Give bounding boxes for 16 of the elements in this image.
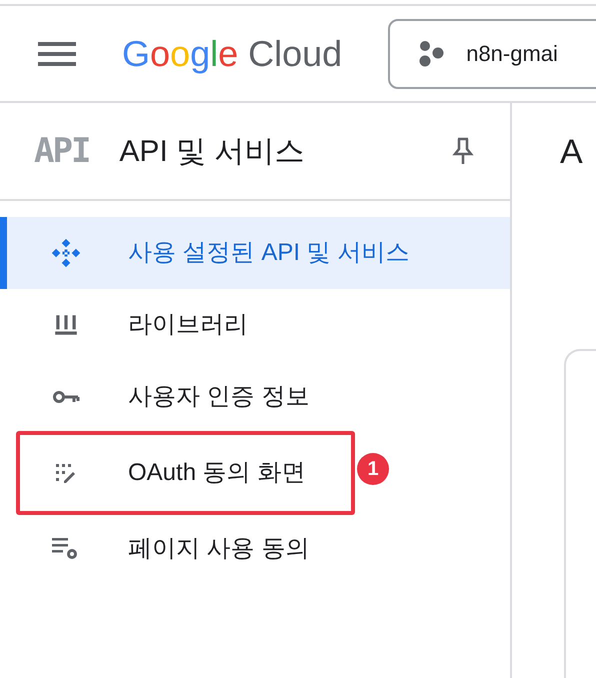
project-selector[interactable]: n8n-gmai (388, 18, 596, 88)
api-logo: API (34, 130, 90, 172)
sidebar-title: API 및 서비스 (119, 134, 304, 170)
grid-pencil-icon (54, 461, 78, 485)
step-badge: 1 (357, 453, 389, 485)
sidebar-item[interactable]: OAuth 동의 화면 (0, 437, 340, 509)
hexagons-icon (418, 40, 446, 68)
sidebar-item[interactable]: 사용 설정된 API 및 서비스 (0, 217, 510, 289)
google-cloud-logo[interactable]: Google Cloud (122, 36, 342, 72)
sidebar-item[interactable]: 페이지 사용 동의 (0, 513, 340, 585)
sidebar-item[interactable]: 라이브러리 (0, 289, 340, 361)
menu-icon[interactable] (38, 42, 76, 66)
pin-icon[interactable] (452, 136, 474, 166)
page-title: A (560, 132, 583, 172)
sidebar-item[interactable]: 사용자 인증 정보 (0, 361, 340, 433)
diamond-grid-icon (49, 236, 83, 270)
